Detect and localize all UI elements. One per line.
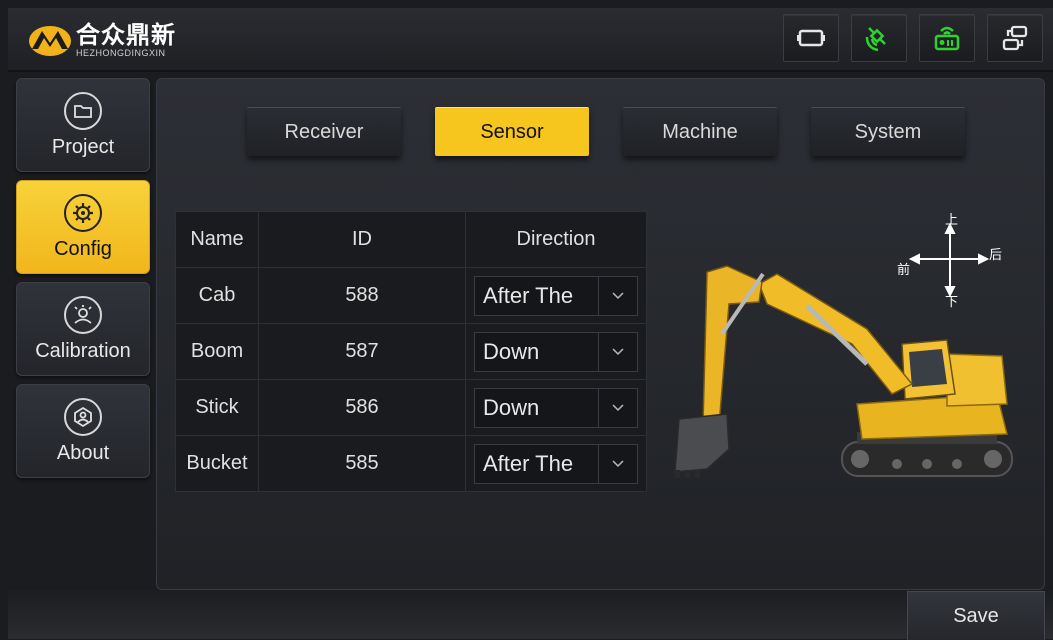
direction-value: After The [483,450,574,476]
sidebar-item-label: About [56,441,110,464]
sidebar-item-project[interactable]: Project [16,78,150,172]
table-header-row: Name ID Direction [175,211,647,268]
tab-machine[interactable]: Machine [623,107,777,156]
sensor-id: 586 [258,379,466,436]
save-button[interactable]: Save [907,591,1045,640]
sidebar-item-label: Calibration [35,339,131,362]
column-header-name: Name [175,211,259,268]
network-button[interactable] [987,14,1043,62]
table-row: Cab 588 After The [175,267,647,324]
direction-select[interactable]: Down [474,331,638,372]
tab-system[interactable]: System [811,107,965,156]
tab-bar: Receiver Sensor Machine System [247,107,965,156]
radio-button[interactable] [919,14,975,62]
table-row: Boom 587 Down [175,323,647,380]
brand-name-cn: 合众鼎新 [76,20,176,49]
excavator-illustration [674,265,1013,478]
satellite-button[interactable] [851,14,907,62]
chevron-down-icon[interactable] [598,332,637,371]
chevron-down-icon[interactable] [598,276,637,315]
sensor-name: Bucket [175,435,259,492]
direction-value: Down [483,394,540,420]
sidebar-item-config[interactable]: Config [16,180,150,274]
about-icon [64,397,102,436]
network-icon [1002,25,1028,51]
direction-value: Down [483,338,540,364]
direction-value: After The [483,282,574,308]
sidebar: Project Config Calibration About [16,78,150,486]
direction-select[interactable]: Down [474,387,638,428]
compass-up-label: 上 [945,213,959,228]
sensor-id: 585 [258,435,466,492]
brand-logo: 合众鼎新 HEZHONGDINGXIN [28,18,176,62]
sensor-id: 588 [258,267,466,324]
table-row: Stick 586 Down [175,379,647,436]
brand-name-en: HEZHONGDINGXIN [76,47,166,58]
chevron-down-icon[interactable] [598,444,637,483]
table-row: Bucket 585 After The [175,435,647,492]
folder-icon [64,91,102,130]
column-header-id: ID [258,211,466,268]
top-bar: 合众鼎新 HEZHONGDINGXIN [8,8,1053,72]
sidebar-item-label: Config [54,237,112,260]
sidebar-item-about[interactable]: About [16,384,150,478]
sensor-table: Name ID Direction Cab 588 After The Boom… [175,211,647,492]
sensor-name: Stick [175,379,259,436]
calibration-icon [64,295,102,334]
tab-sensor[interactable]: Sensor [435,107,589,156]
direction-select[interactable]: After The [474,275,638,316]
screen-icon [797,29,825,47]
sidebar-item-calibration[interactable]: Calibration [16,282,150,376]
tab-receiver[interactable]: Receiver [247,107,401,156]
main-panel: Receiver Sensor Machine System Name ID D… [156,78,1045,590]
sensor-name: Cab [175,267,259,324]
radio-icon [934,26,960,51]
sensor-name: Boom [175,323,259,380]
bottom-bar [8,590,1053,639]
sidebar-item-label: Project [51,135,115,158]
settings-icon [64,193,102,232]
screen-button[interactable] [783,14,839,62]
logo-icon [29,26,71,56]
satellite-icon [865,27,886,52]
sensor-id: 587 [258,323,466,380]
direction-select[interactable]: After The [474,443,638,484]
column-header-direction: Direction [465,211,647,268]
chevron-down-icon[interactable] [598,388,637,427]
